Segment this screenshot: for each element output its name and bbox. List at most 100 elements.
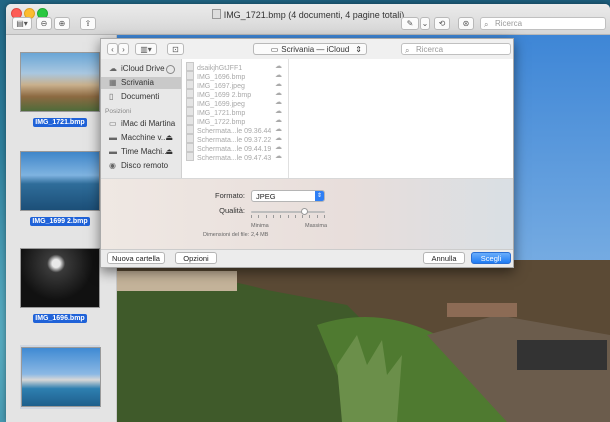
cloud-status-icon: ☁ xyxy=(275,117,282,124)
options-button[interactable]: Opzioni xyxy=(175,252,217,264)
cloud-status-icon: ☁ xyxy=(275,144,282,151)
sidebar-item-label: Time Machi... xyxy=(121,147,169,156)
file-list-item[interactable]: Schermata...le 09.44.19 ☁ xyxy=(186,143,284,153)
slider-ticks xyxy=(251,215,325,218)
slider-tick xyxy=(265,215,267,218)
thumbnail-label: IMG_1721.bmp xyxy=(33,118,87,127)
file-icon xyxy=(186,125,194,134)
cancel-button[interactable]: Annulla xyxy=(423,252,465,264)
slider-tick xyxy=(309,215,311,218)
sidebar-item-documenti[interactable]: ▯ Documenti xyxy=(101,91,181,103)
file-icon xyxy=(186,71,194,80)
file-list-item[interactable]: dsaikjhGtJFF1 ☁ xyxy=(186,62,284,72)
chevron-right-icon: › xyxy=(122,44,125,54)
choose-button[interactable]: Scegli xyxy=(471,252,511,264)
quality-max-label: Massima xyxy=(305,223,328,229)
chevron-updown-icon: ⇕ xyxy=(315,191,324,201)
sidebar-item-macchine-virtuali[interactable]: ▬ Macchine v... ⏏ xyxy=(101,132,181,144)
thumbnail-label: IMG_1696.bmp xyxy=(33,314,87,323)
file-icon xyxy=(186,89,194,98)
thumbnail-item[interactable] xyxy=(20,345,101,409)
window-title-text: IMG_1721.bmp (4 documenti, 4 pagine tota… xyxy=(223,10,405,20)
sidebar-icon: ▤▾ xyxy=(16,19,28,28)
search-input[interactable]: ⌕ Ricerca xyxy=(480,17,606,30)
rotate-icon: ⟲ xyxy=(438,19,446,28)
disk-icon: ▬ xyxy=(109,133,117,142)
sidebar-toggle-button[interactable]: ▤▾ xyxy=(12,17,32,30)
file-list-item[interactable]: IMG_1721.bmp ☁ xyxy=(186,107,284,117)
slider-tick xyxy=(258,215,260,218)
pen-icon: ✎ xyxy=(406,19,414,28)
timemachine-icon: ▬ xyxy=(109,147,117,156)
rotate-button[interactable]: ⟲ xyxy=(434,17,450,30)
slider-track xyxy=(251,211,325,213)
slider-tick xyxy=(294,215,296,218)
file-icon xyxy=(186,134,194,143)
eject-icon[interactable]: ⏏ xyxy=(165,146,173,158)
thumbnail-item[interactable]: IMG_1696.bmp xyxy=(20,248,100,323)
file-icon xyxy=(186,80,194,89)
sidebar-item-icloud-drive[interactable]: ☁ iCloud Drive xyxy=(101,63,181,75)
annotate-button[interactable]: ⊛ xyxy=(458,17,474,30)
cloud-status-icon: ☁ xyxy=(275,90,282,97)
file-icon xyxy=(186,107,194,116)
markup-button[interactable]: ✎ xyxy=(401,17,419,30)
back-button[interactable]: ‹ xyxy=(107,43,118,55)
file-list-item[interactable]: IMG_1722.bmp ☁ xyxy=(186,116,284,126)
cloud-icon: ☁ xyxy=(109,64,117,73)
quality-slider[interactable] xyxy=(251,208,325,218)
preview-window: IMG_1721.bmp (4 documenti, 4 pagine tota… xyxy=(6,4,610,422)
filesize-label: Dimensioni del file: xyxy=(203,232,250,238)
file-list-item[interactable]: IMG_1699.jpeg ☁ xyxy=(186,98,284,108)
file-list-item[interactable]: IMG_1699 2.bmp ☁ xyxy=(186,89,284,99)
search-icon: ⌕ xyxy=(405,46,410,55)
desktop-folder-icon: ▦ xyxy=(109,78,117,87)
sidebar-item-time-machine[interactable]: ▬ Time Machi... ⏏ xyxy=(101,146,181,158)
file-list-item[interactable]: Schermata...le 09.47.43 ☁ xyxy=(186,152,284,162)
new-folder-toolbar-button[interactable]: ⊡ xyxy=(167,43,184,55)
file-list-item[interactable]: Schermata...le 09.37.22 ☁ xyxy=(186,134,284,144)
slider-tick xyxy=(316,215,318,218)
sidebar-item-label: Disco remoto xyxy=(121,161,169,170)
title-bar: IMG_1721.bmp (4 documenti, 4 pagine tota… xyxy=(6,4,610,35)
sidebar-item-scrivania[interactable]: ▦ Scrivania xyxy=(101,77,181,89)
view-mode-button[interactable]: ▥▾ xyxy=(135,43,157,55)
forward-button[interactable]: › xyxy=(118,43,129,55)
quality-min-label: Minima xyxy=(251,223,269,229)
dialog-search-input[interactable]: ⌕ Ricerca xyxy=(401,43,511,55)
format-select[interactable]: JPEG ⇕ xyxy=(251,190,325,202)
new-folder-button[interactable]: Nuova cartella xyxy=(107,252,165,264)
file-icon xyxy=(186,143,194,152)
file-list-item[interactable]: IMG_1697.jpeg ☁ xyxy=(186,80,284,90)
cloud-status-icon: ☁ xyxy=(275,126,282,133)
thumbnail-item[interactable]: IMG_1699 2.bmp xyxy=(20,151,100,226)
cloud-status-icon: ☁ xyxy=(275,63,282,70)
sidebar-item-disco-remoto[interactable]: ◉ Disco remoto xyxy=(101,160,181,172)
file-list-item[interactable]: IMG_1696.bmp ☁ xyxy=(186,71,284,81)
folder-icon: ▭ xyxy=(270,44,279,54)
zoom-in-button[interactable]: ⊕ xyxy=(54,17,70,30)
zoom-in-icon: ⊕ xyxy=(58,19,66,28)
location-popup[interactable]: ▭ Scrivania — iCloud ⇕ xyxy=(253,43,367,55)
slider-tick xyxy=(280,215,282,218)
file-name: Schermata...le 09.47.43 xyxy=(197,155,272,162)
chevron-left-icon: ‹ xyxy=(111,44,114,54)
markup-menu-button[interactable]: ⌄ xyxy=(420,17,430,30)
export-dialog: ‹ › ▥▾ ⊡ ▭ Scrivania — iCloud ⇕ ⌕ Ricerca ☁… xyxy=(100,38,514,268)
cloud-status-icon: ☁ xyxy=(275,153,282,160)
quality-label: Qualità: xyxy=(219,206,245,215)
sidebar-section-header: Posizioni xyxy=(105,108,132,115)
sidebar-item-label: Documenti xyxy=(121,92,160,101)
share-button[interactable]: ⇪ xyxy=(80,17,96,30)
file-list-item[interactable]: Schermata...le 09.36.44 ☁ xyxy=(186,125,284,135)
sidebar-item-imac[interactable]: ▭ iMac di Martina xyxy=(101,118,181,130)
dialog-sidebar: ☁ iCloud Drive ▦ Scrivania ▯ Documenti Posi… xyxy=(101,59,182,178)
zoom-out-button[interactable]: ⊖ xyxy=(36,17,52,30)
dialog-toolbar: ‹ › ▥▾ ⊡ ▭ Scrivania — iCloud ⇕ ⌕ Ricerca xyxy=(101,39,513,60)
slider-knob[interactable] xyxy=(300,208,308,215)
sidebar-item-label: iMac di Martina xyxy=(121,119,176,128)
slider-tick xyxy=(287,215,289,218)
eject-icon[interactable]: ⏏ xyxy=(165,132,173,144)
thumbnail-item[interactable]: IMG_1721.bmp xyxy=(20,52,100,127)
thumbnail-image xyxy=(20,248,100,308)
